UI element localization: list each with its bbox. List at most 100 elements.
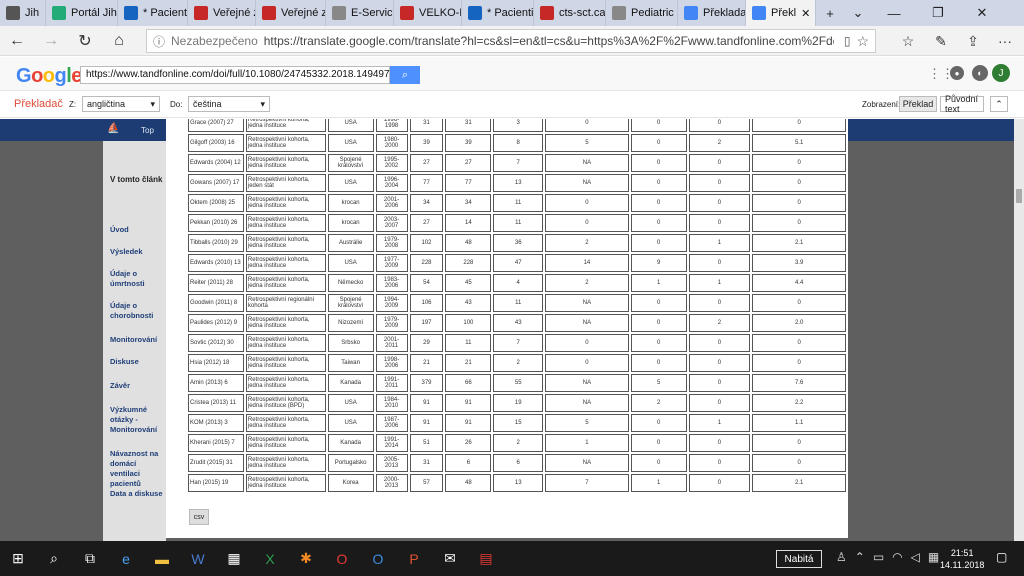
table-cell: 48 bbox=[445, 474, 492, 492]
circle-icon bbox=[262, 6, 276, 20]
tab-10[interactable]: Překladac bbox=[678, 0, 746, 26]
table-cell: Retrospektivní kohorta, jedna instituce bbox=[245, 214, 326, 232]
tab-11[interactable]: Překl ✕ bbox=[746, 0, 816, 26]
people-icon[interactable]: ♙ bbox=[836, 550, 847, 564]
table-cell: 4.4 bbox=[752, 274, 846, 292]
calculator-icon[interactable]: ▦ bbox=[216, 541, 252, 576]
favorite-star-icon[interactable]: ☆ bbox=[856, 33, 869, 50]
pdf-icon[interactable]: ▤ bbox=[468, 541, 504, 576]
translate-toolbar: Překladač Z: angličtina ▾ Do: čeština ▾ Zo… bbox=[0, 92, 1024, 118]
outlook-icon[interactable]: O bbox=[360, 541, 396, 576]
table-row: Hsia (2012) 18 Retrospektivní kohorta, je… bbox=[188, 354, 846, 372]
table-cell: 9 bbox=[630, 254, 687, 272]
share-icon[interactable]: ⇪ bbox=[958, 26, 988, 56]
search-button[interactable]: ⌕ bbox=[390, 66, 420, 84]
translation-view-button[interactable]: Překlad bbox=[899, 96, 937, 112]
tab-0[interactable]: Jih bbox=[0, 0, 46, 26]
new-tab-button[interactable]: + bbox=[816, 0, 844, 26]
file-explorer-icon[interactable]: ▬ bbox=[144, 541, 180, 576]
favorites-icon[interactable]: ☆ bbox=[893, 26, 923, 56]
notes-pen-icon[interactable]: ✎ bbox=[926, 26, 956, 56]
volume-icon[interactable]: ◁ bbox=[911, 550, 920, 564]
google-logo[interactable]: Google bbox=[16, 65, 82, 88]
wifi-icon[interactable]: ◠ bbox=[892, 550, 902, 564]
task-view-icon[interactable]: ⧉ bbox=[72, 541, 108, 576]
action-center-icon[interactable]: ▢ bbox=[996, 550, 1007, 564]
table-cell: Hsia (2012) 18 bbox=[188, 354, 244, 372]
account-icon[interactable]: ◐ bbox=[972, 65, 988, 81]
sidebar-item-2[interactable]: Údaje o úmrtnosti bbox=[110, 269, 164, 289]
table-cell: 0 bbox=[545, 194, 629, 212]
table-cell: 0 bbox=[688, 154, 751, 172]
tab-7[interactable]: * Pacienti bbox=[462, 0, 534, 26]
avatar[interactable]: J bbox=[992, 64, 1010, 82]
close-tab-icon[interactable]: ✕ bbox=[801, 7, 810, 20]
minimize-button[interactable]: — bbox=[872, 0, 916, 26]
address-bar[interactable]: ⓘ Nezabezpečeno https://translate.google… bbox=[146, 29, 876, 53]
tab-4[interactable]: Veřejné z bbox=[256, 0, 326, 26]
table-cell: 0 bbox=[630, 119, 687, 132]
start-icon[interactable]: ⊞ bbox=[0, 541, 36, 576]
more-menu-icon[interactable]: ··· bbox=[990, 26, 1020, 56]
csv-download-button[interactable]: csv bbox=[189, 509, 209, 525]
sidebar-item-6[interactable]: Závěr bbox=[110, 381, 164, 391]
battery-icon[interactable]: ▭ bbox=[873, 550, 884, 564]
url-text: https://translate.google.com/translate?h… bbox=[263, 34, 834, 48]
tab-5[interactable]: E-Servicir bbox=[326, 0, 394, 26]
opera-icon[interactable]: O bbox=[324, 541, 360, 576]
sidebar-item-8[interactable]: Návaznost na domácí ventilaci pacientů bbox=[110, 449, 164, 489]
table-cell: Portugalsko bbox=[327, 454, 374, 472]
home-button[interactable]: ⌂ bbox=[102, 26, 136, 56]
sidebar-item-5[interactable]: Diskuse bbox=[110, 357, 164, 367]
refresh-button[interactable]: ↻ bbox=[68, 26, 102, 56]
sidebar-item-3[interactable]: Údaje o chorobnosti bbox=[110, 301, 164, 321]
target-language-select[interactable]: čeština ▾ bbox=[188, 96, 270, 112]
scrollbar-thumb[interactable] bbox=[1016, 189, 1022, 203]
original-text-button[interactable]: Původní text bbox=[940, 94, 984, 114]
table-row: KOM (2013) 3 Retrospektivní kohorta, jedn… bbox=[188, 414, 846, 432]
page-scrollbar[interactable] bbox=[1014, 119, 1024, 541]
app-icon[interactable]: ✱ bbox=[288, 541, 324, 576]
collapse-icon[interactable]: ⌃ bbox=[990, 96, 1008, 112]
close-button[interactable]: ✕ bbox=[960, 0, 1004, 26]
back-button[interactable]: ← bbox=[0, 26, 34, 56]
top-link[interactable]: Top bbox=[141, 126, 154, 135]
table-cell: 91 bbox=[409, 414, 444, 432]
clock[interactable]: 21:51 14.11.2018 bbox=[940, 547, 984, 571]
sidebar-item-0[interactable]: Úvod bbox=[110, 225, 164, 235]
tab-6[interactable]: VELKO-PI bbox=[394, 0, 462, 26]
word-icon[interactable]: W bbox=[180, 541, 216, 576]
sidebar-item-4[interactable]: Monitorování bbox=[110, 335, 164, 345]
table-cell: Goodwin (2011) 8 bbox=[188, 294, 244, 312]
search-icon[interactable]: ⌕ bbox=[36, 541, 72, 576]
windows-taskbar: ⊞ ⌕ ⧉ e ▬ W ▦ X ✱ O O P ✉ ▤ Nabitá ♙ ⌃ ▭ ◠ ◁… bbox=[0, 541, 1024, 576]
tab-3[interactable]: Veřejné z bbox=[188, 0, 256, 26]
keyboard-icon[interactable]: ▦ bbox=[928, 550, 939, 564]
reading-view-icon[interactable]: ▯ bbox=[844, 34, 851, 48]
sidebar-item-1[interactable]: Výsledek bbox=[110, 247, 164, 257]
excel-icon[interactable]: X bbox=[252, 541, 288, 576]
sidebar-item-9[interactable]: Data a diskuse bbox=[110, 489, 164, 499]
mail-icon[interactable]: ✉ bbox=[432, 541, 468, 576]
table-cell: 2 bbox=[493, 354, 544, 372]
edge-icon[interactable]: e bbox=[108, 541, 144, 576]
source-language-select[interactable]: angličtina ▾ bbox=[82, 96, 160, 112]
tab-9[interactable]: Pediatric bbox=[606, 0, 678, 26]
forward-button[interactable]: → bbox=[34, 26, 68, 56]
chevron-up-icon[interactable]: ⌃ bbox=[855, 550, 865, 564]
doc-icon bbox=[400, 6, 414, 20]
table-cell: 2.0 bbox=[752, 314, 846, 332]
url-input[interactable]: https://www.tandfonline.com/doi/full/10.… bbox=[80, 66, 395, 84]
sidebar-item-7[interactable]: Výzkumné otázky - Monitorování bbox=[110, 405, 164, 435]
tab-8[interactable]: cts-sct.ca bbox=[534, 0, 606, 26]
maximize-button[interactable]: ❐ bbox=[916, 0, 960, 26]
tab-2[interactable]: * Pacienti bbox=[118, 0, 188, 26]
tab-list-icon[interactable]: ⌄ bbox=[844, 0, 872, 26]
circle-icon bbox=[194, 6, 208, 20]
tray-icons[interactable]: ♙ ⌃ ▭ ◠ ◁ ▦ bbox=[836, 550, 939, 564]
powerpoint-icon[interactable]: P bbox=[396, 541, 432, 576]
tab-1[interactable]: Portál Jih bbox=[46, 0, 118, 26]
table-cell: 0 bbox=[630, 174, 687, 192]
notifications-icon[interactable]: ● bbox=[950, 66, 964, 80]
table-cell: 6 bbox=[445, 454, 492, 472]
